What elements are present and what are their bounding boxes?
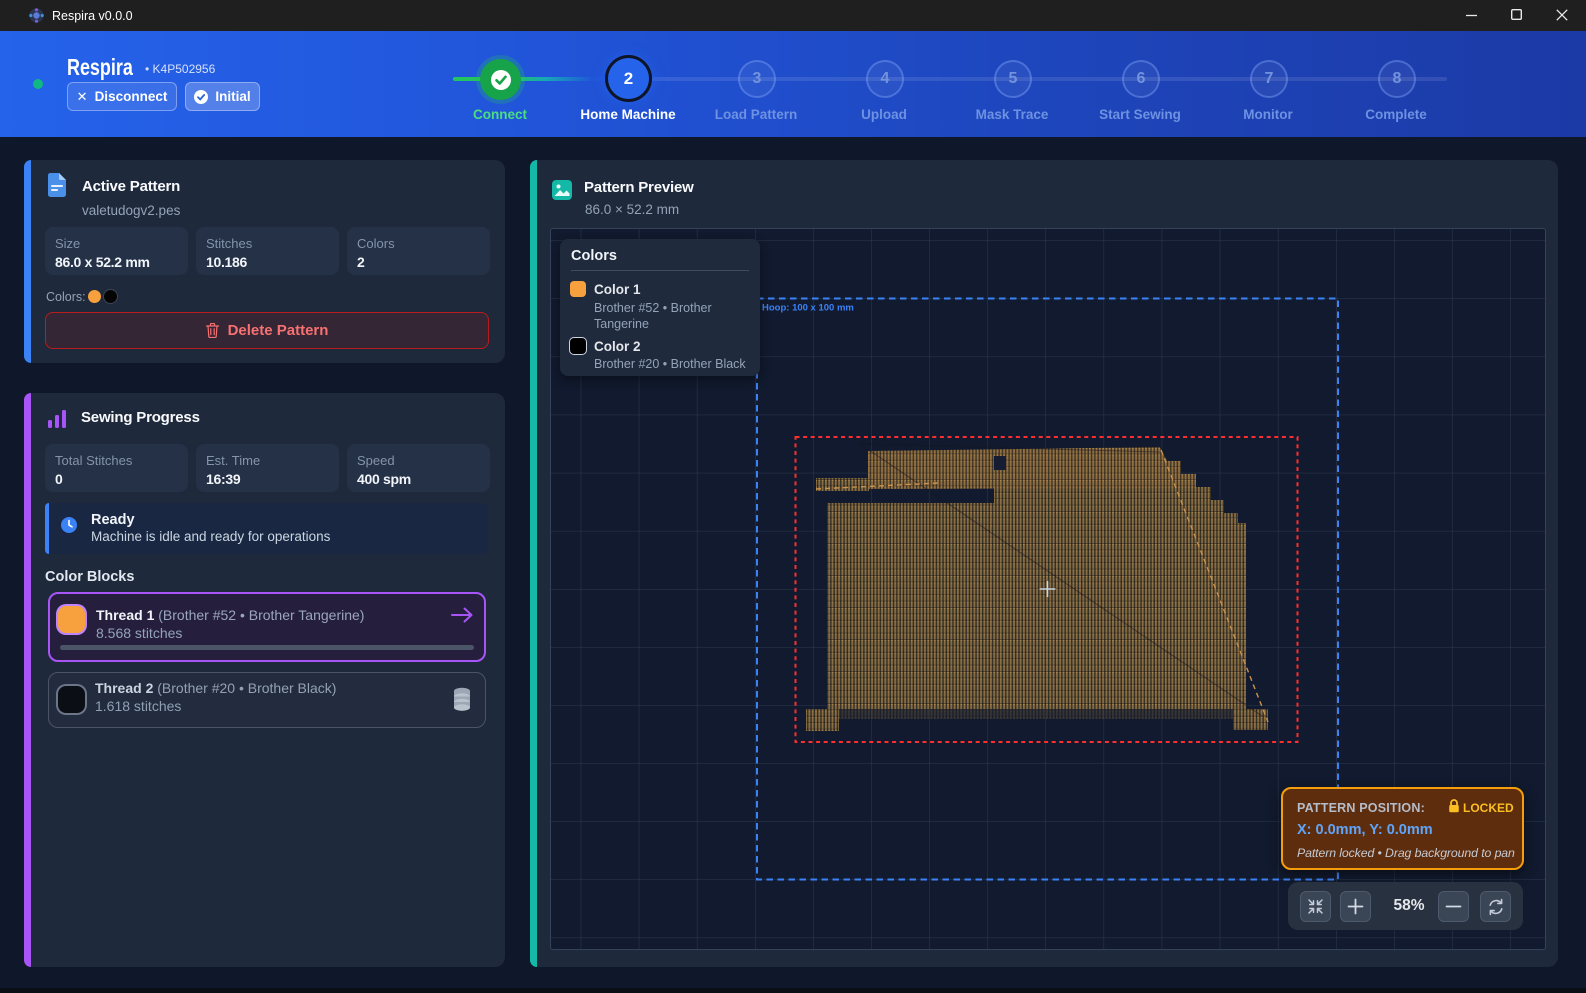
svg-text:Hoop: 100 x 100 mm: Hoop: 100 x 100 mm bbox=[762, 303, 854, 314]
